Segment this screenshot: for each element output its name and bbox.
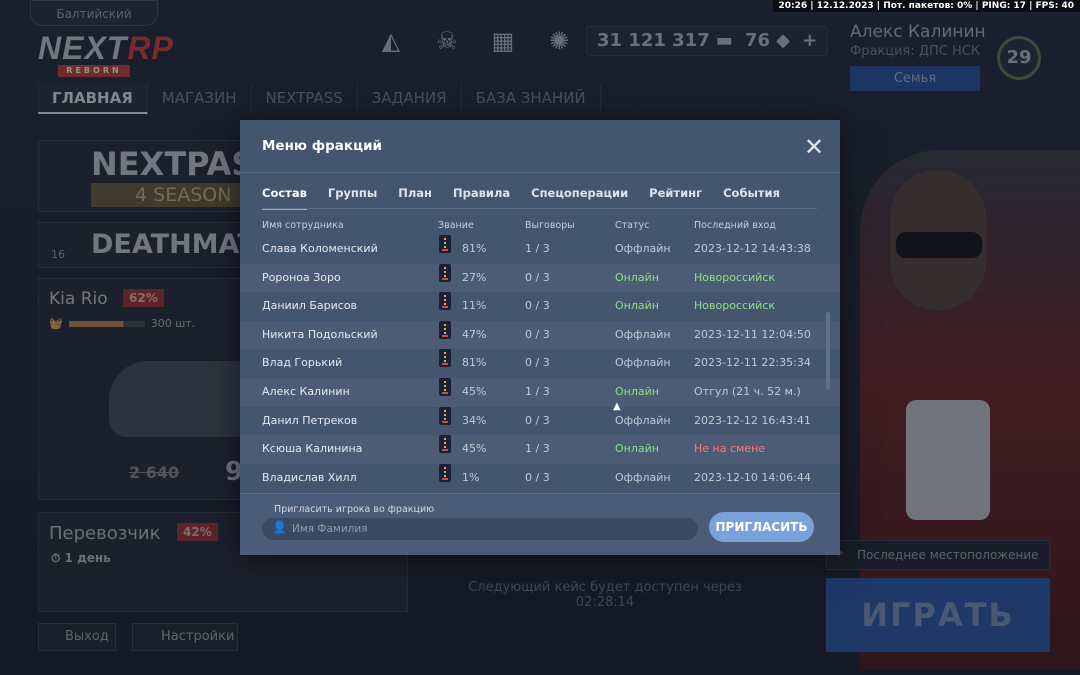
member-warnings: 1 / 3 <box>525 385 550 398</box>
table-header: Имя сотрудника Звание Выговоры Статус По… <box>262 220 822 234</box>
member-warnings: 1 / 3 <box>525 442 550 456</box>
modal-divider <box>240 172 840 173</box>
member-last-login: 2023-12-12 16:43:41 <box>694 413 811 427</box>
member-last-login: 2023-12-11 22:35:34 <box>694 356 811 370</box>
member-name: Владислав Хилл <box>262 470 357 484</box>
member-last-login: Новороссийск <box>694 270 776 284</box>
member-status: Онлайн <box>615 385 659 398</box>
tab-rating[interactable]: Рейтинг <box>649 184 702 210</box>
member-status: Онлайн <box>615 299 659 313</box>
rank-badge-icon <box>439 263 451 282</box>
member-status: Оффлайн <box>615 242 671 255</box>
member-status: Оффлайн <box>615 356 671 370</box>
member-rank: 27% <box>462 270 487 284</box>
member-name: Ксюша Калинина <box>262 442 363 456</box>
tab-specops[interactable]: Спецоперации <box>531 184 628 210</box>
invite-input[interactable]: Имя Фамилия <box>262 518 698 540</box>
invite-label: Пригласить игрока во фракцию <box>274 504 435 515</box>
modal-tabs: Состав Группы План Правила Спецоперации … <box>262 184 801 210</box>
member-name: Данил Петреков <box>262 413 358 427</box>
member-name: Никита Подольский <box>262 327 378 341</box>
table-row[interactable]: Алекс Калинин 45% 1 / 3 Онлайн Отгул (21 ч. … <box>240 378 840 407</box>
member-name: Влад Горький <box>262 356 343 370</box>
rank-badge-icon <box>439 349 451 368</box>
table-row[interactable]: Влад Горький 81% 0 / 3 Оффлайн 2023-12-11 22… <box>240 349 840 378</box>
member-warnings: 1 / 3 <box>525 242 550 255</box>
member-rank: 81% <box>462 242 487 255</box>
member-last-login: Новороссийск <box>694 299 776 313</box>
member-name: Ророноа Зоро <box>262 270 341 284</box>
tab-rules[interactable]: Правила <box>453 184 510 210</box>
table-row[interactable]: Никита Подольский 47% 0 / 3 Оффлайн 2023-12-… <box>240 320 840 350</box>
hud-status: 20:26 | 12.12.2023 | Пот. пакетов: 0% | … <box>772 0 1080 12</box>
member-warnings: 0 / 3 <box>525 470 550 484</box>
member-name: Слава Коломенский <box>262 242 378 255</box>
rank-badge-icon <box>439 320 451 339</box>
member-rank: 11% <box>462 299 487 313</box>
col-status: Статус <box>615 220 650 231</box>
member-name: Алекс Калинин <box>262 385 350 398</box>
add-user-icon: 👤 <box>272 520 287 534</box>
faction-menu-modal: Меню фракций ✕ Состав Группы План Правил… <box>240 120 840 555</box>
table-row[interactable]: Данил Петреков 34% 0 / 3 Оффлайн 2023-12-12 … <box>240 406 840 436</box>
rank-badge-icon <box>439 378 451 396</box>
member-warnings: 0 / 3 <box>525 413 550 427</box>
member-rank: 45% <box>462 442 487 456</box>
table-row[interactable]: Слава Коломенский 81% 1 / 3 Оффлайн 2023-12-… <box>240 235 840 264</box>
tab-members[interactable]: Состав <box>262 184 307 210</box>
col-name: Имя сотрудника <box>262 220 344 231</box>
mouse-cursor: ▲ <box>613 401 621 412</box>
member-last-login: Не на смене <box>694 442 766 456</box>
col-last-login: Последний вход <box>694 220 776 231</box>
tabs-divider <box>262 208 817 209</box>
table-scrollbar[interactable] <box>826 312 830 390</box>
rank-badge-icon <box>439 435 451 454</box>
table-row[interactable]: Ксюша Калинина 45% 1 / 3 Онлайн Не на смене <box>240 435 840 464</box>
member-status: Онлайн <box>615 270 659 284</box>
member-last-login: 2023-12-10 14:06:44 <box>694 470 811 484</box>
rank-badge-icon <box>439 406 451 425</box>
rank-badge-icon <box>439 235 451 253</box>
col-warnings: Выговоры <box>525 220 575 231</box>
close-icon[interactable]: ✕ <box>802 135 826 160</box>
members-table: Слава Коломенский 81% 1 / 3 Оффлайн 2023-12-… <box>240 235 840 493</box>
tab-events[interactable]: События <box>723 184 780 210</box>
member-rank: 34% <box>462 413 487 427</box>
rank-badge-icon <box>439 463 451 482</box>
col-rank: Звание <box>438 220 474 231</box>
member-rank: 1% <box>462 470 480 484</box>
table-row[interactable]: Даниил Барисов 11% 0 / 3 Онлайн Новороссийск <box>240 292 840 321</box>
tab-groups[interactable]: Группы <box>328 184 377 210</box>
member-last-login: Отгул (21 ч. 52 м.) <box>694 385 801 398</box>
modal-title: Меню фракций <box>262 138 382 154</box>
member-warnings: 0 / 3 <box>525 270 550 284</box>
member-warnings: 0 / 3 <box>525 327 550 341</box>
member-last-login: 2023-12-11 12:04:50 <box>694 327 811 341</box>
table-row[interactable]: Ророноа Зоро 27% 0 / 3 Онлайн Новороссийск <box>240 263 840 293</box>
member-name: Даниил Барисов <box>262 299 358 313</box>
member-status: Оффлайн <box>615 413 671 427</box>
member-last-login: 2023-12-12 14:43:38 <box>694 242 811 255</box>
table-row[interactable]: Владислав Хилл 1% 0 / 3 Оффлайн 2023-12-10 1… <box>240 463 840 493</box>
invite-panel: Пригласить игрока во фракцию Имя Фамилия… <box>240 493 840 555</box>
member-rank: 45% <box>462 385 487 398</box>
invite-button[interactable]: ПРИГЛАСИТЬ <box>709 512 814 542</box>
member-status: Оффлайн <box>615 327 671 341</box>
tab-plan[interactable]: План <box>398 184 432 210</box>
member-warnings: 0 / 3 <box>525 356 550 370</box>
member-warnings: 0 / 3 <box>525 299 550 313</box>
member-status: Оффлайн <box>615 470 671 484</box>
member-status: Онлайн <box>615 442 659 456</box>
rank-badge-icon <box>439 292 451 311</box>
member-rank: 81% <box>462 356 487 370</box>
member-rank: 47% <box>462 327 487 341</box>
